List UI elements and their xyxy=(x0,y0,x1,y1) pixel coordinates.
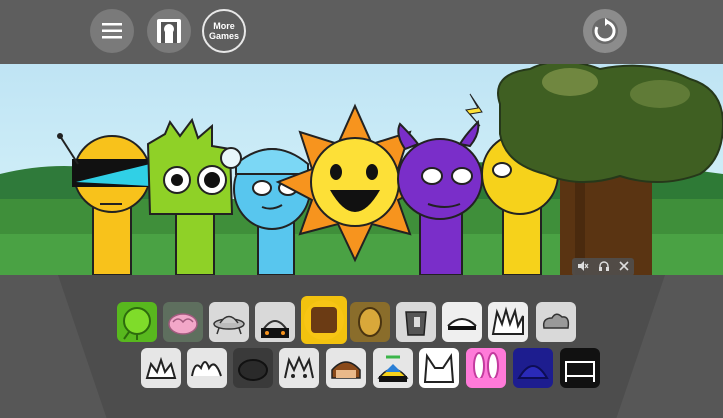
more-games-label-2: Games xyxy=(208,31,240,41)
spiky-hair-icon[interactable] xyxy=(488,302,528,342)
propeller-cap-icon[interactable] xyxy=(373,348,413,388)
ufo-hat-icon[interactable] xyxy=(209,302,249,342)
sunflower-icon[interactable] xyxy=(301,296,347,344)
headphones-icon[interactable] xyxy=(598,260,610,275)
mute-icon[interactable] xyxy=(577,260,589,275)
close-icon[interactable] xyxy=(619,260,629,274)
character-portrait-icon xyxy=(157,19,181,43)
sound-panel xyxy=(0,275,723,418)
more-games-button[interactable]: More Games xyxy=(202,9,246,53)
brown-hair-icon[interactable] xyxy=(326,348,366,388)
top-bar: More Games xyxy=(0,0,723,64)
reset-button[interactable] xyxy=(583,9,627,53)
audio-controls xyxy=(572,258,634,276)
sound-panel-tray xyxy=(58,275,665,418)
cat-ears-icon[interactable] xyxy=(419,348,459,388)
visor-icon[interactable] xyxy=(442,302,482,342)
hamburger-icon xyxy=(102,23,122,39)
crown-hair-icon[interactable] xyxy=(141,348,181,388)
brain-icon[interactable] xyxy=(163,302,203,342)
egg-icon[interactable] xyxy=(350,302,390,342)
more-games-label-1: More xyxy=(213,21,235,31)
cloud-hat-icon[interactable] xyxy=(536,302,576,342)
stage-scene xyxy=(0,64,723,275)
pink-bunny-icon[interactable] xyxy=(466,348,506,388)
black-band-icon[interactable] xyxy=(560,348,600,388)
stage-illustration xyxy=(0,64,723,275)
messy-hair-icon[interactable] xyxy=(187,348,227,388)
reset-icon xyxy=(592,18,618,44)
character-button[interactable] xyxy=(147,9,191,53)
swirl-hair-icon[interactable] xyxy=(279,348,319,388)
green-orb-icon[interactable] xyxy=(117,302,157,342)
dark-blob-icon[interactable] xyxy=(233,348,273,388)
blue-dome-icon[interactable] xyxy=(513,348,553,388)
menu-button[interactable] xyxy=(90,9,134,53)
headphones-hat-icon[interactable] xyxy=(255,302,295,342)
bucket-icon[interactable] xyxy=(396,302,436,342)
